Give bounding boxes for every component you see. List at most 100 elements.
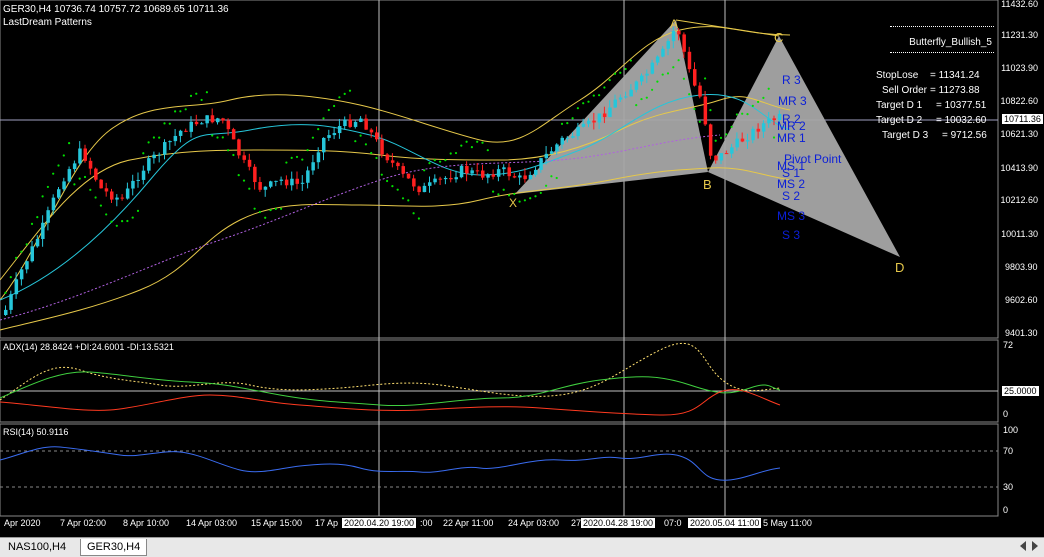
candle-body [99, 179, 103, 189]
candle-body [650, 62, 655, 74]
psar-dot [301, 158, 304, 161]
psar-dot [719, 136, 723, 139]
candle-body [263, 186, 268, 190]
psar-dot [62, 154, 65, 157]
candle-body [115, 197, 119, 200]
pattern-point-b: B [703, 177, 712, 192]
candle-body [406, 173, 411, 179]
psar-dot [767, 87, 770, 90]
candle-body [518, 175, 522, 178]
candle-body [708, 124, 713, 156]
psar-dot [290, 156, 293, 159]
candle-body [380, 139, 384, 155]
candle-body [168, 141, 172, 143]
psar-dot [15, 256, 18, 259]
candle-body [417, 186, 421, 193]
candle-body [200, 123, 204, 125]
candle-body [110, 191, 114, 200]
candle-body [761, 123, 766, 132]
candle-body [740, 138, 745, 142]
candle-body [62, 181, 66, 190]
candle-body [693, 69, 697, 86]
psar-dot [380, 173, 383, 176]
psar-dot [94, 196, 97, 199]
psar-dot [89, 188, 92, 191]
price-tick: 10413.90 [1000, 163, 1038, 173]
candle-body [353, 121, 358, 127]
psar-dot [603, 86, 606, 89]
candle-body [687, 51, 692, 70]
candle-body [390, 160, 395, 163]
psar-dot [460, 144, 463, 147]
psar-dot [598, 94, 601, 97]
rsi-axis-0: 0 [1003, 505, 1009, 515]
psar-dot [534, 195, 537, 198]
psar-dot [735, 113, 739, 116]
psar-dot [174, 110, 177, 113]
stoploss-value: = 11341.24 [930, 70, 980, 81]
psar-dot [285, 161, 288, 164]
psar-dot [560, 122, 564, 125]
psar-dot [142, 152, 145, 155]
pivot-mr3: MR 3 [778, 94, 807, 108]
candle-body [565, 137, 570, 139]
candle-body [385, 154, 390, 161]
candle-body [486, 174, 490, 178]
tab-scroll-left-icon[interactable] [1020, 541, 1026, 551]
tab-scroll-right-icon[interactable] [1032, 541, 1038, 551]
tab-ger30[interactable]: GER30,H4 [80, 539, 148, 556]
candle-body [640, 75, 644, 82]
candle-body [730, 147, 734, 154]
psar-dot [211, 134, 214, 137]
candle-body [671, 31, 676, 42]
candle-body [237, 139, 241, 156]
candle-body [555, 144, 559, 152]
psar-dot [730, 125, 733, 128]
psar-dot [348, 89, 352, 92]
candle-body [253, 166, 257, 183]
candle-body [751, 128, 755, 141]
psar-dot [237, 174, 240, 177]
psar-dot [423, 169, 426, 172]
psar-dot [714, 139, 717, 142]
candle-body [502, 167, 506, 170]
psar-dot [354, 140, 357, 143]
psar-dot [200, 98, 203, 102]
time-tick: 27 [571, 518, 582, 528]
psar-dot [545, 184, 548, 187]
stoploss-label: StopLose [876, 70, 919, 81]
psar-dot [248, 187, 251, 190]
psar-dot [688, 93, 691, 96]
target3-value: = 9712.56 [942, 130, 987, 141]
psar-dot [338, 96, 341, 99]
psar-dot [751, 104, 754, 107]
candle-body [544, 153, 549, 159]
tab-nas100[interactable]: NAS100,H4 [2, 539, 72, 555]
psar-dot [327, 108, 330, 112]
candle-body [735, 138, 739, 148]
psar-dot [539, 191, 542, 195]
candle-body [306, 170, 310, 183]
candle-body [433, 178, 437, 183]
psar-dot [656, 80, 659, 83]
candle-body [438, 178, 443, 180]
candle-body [549, 151, 554, 154]
psar-dot [78, 177, 81, 180]
psar-dot [221, 136, 224, 139]
psar-dot [136, 209, 140, 212]
candle-body [332, 133, 337, 136]
pivot-ms3: MS 3 [777, 209, 806, 223]
time-tick: 7 Apr 02:00 [60, 518, 107, 528]
candle-body [587, 120, 591, 124]
psar-dot [481, 141, 484, 144]
candle-body [412, 178, 416, 187]
psar-dot [9, 275, 12, 279]
pivot-s2: S 2 [782, 189, 801, 203]
time-tick: :00 [420, 518, 433, 528]
candle-body [205, 115, 209, 124]
psar-dot [391, 185, 394, 188]
time-tick: 17 Ap [315, 518, 339, 528]
psar-dot [444, 159, 447, 162]
price-tick: 10212.60 [1000, 195, 1038, 205]
candle-body [295, 178, 299, 184]
